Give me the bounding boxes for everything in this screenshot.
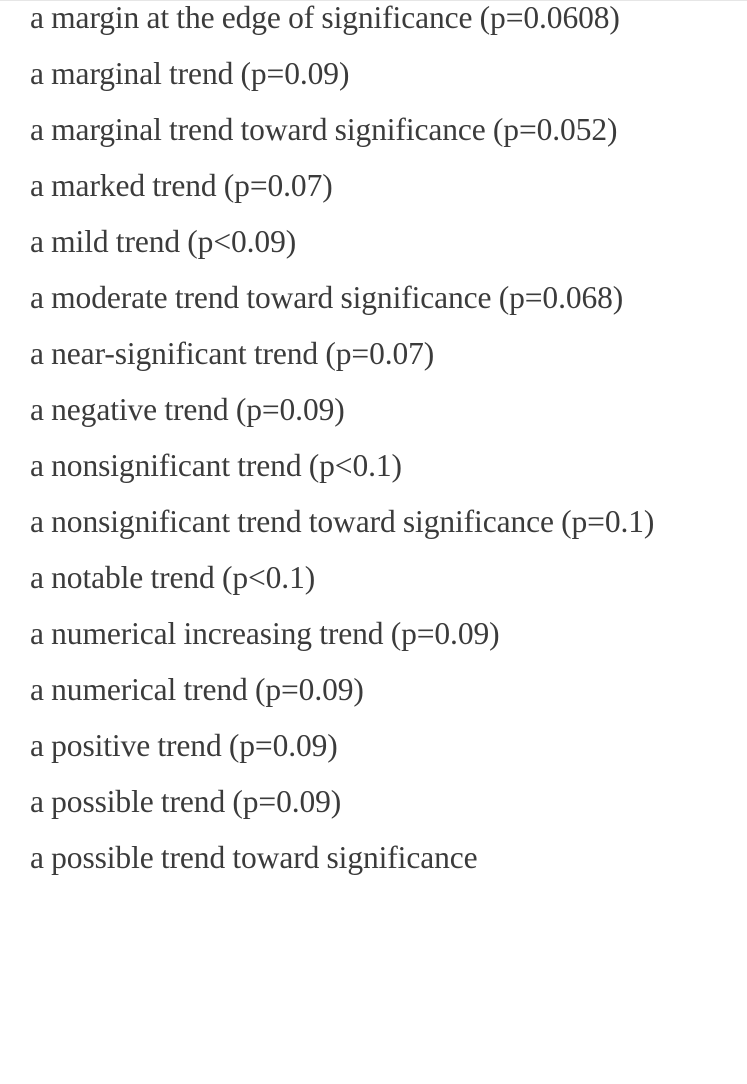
list-item: a possible trend toward significance [30,840,478,875]
list-item: a moderate trend toward significance (p=… [30,280,624,315]
list-item: a nonsignificant trend (p<0.1) [30,448,402,483]
phrase-list: a margin at the edge of significance (p=… [30,0,714,886]
list-item: a possible trend (p=0.09) [30,784,342,819]
list-item: a margin at the edge of significance (p=… [30,0,620,35]
list-item: a near-significant trend (p=0.07) [30,336,435,371]
list-item: a marked trend (p=0.07) [30,168,333,203]
list-item: a marginal trend (p=0.09) [30,56,350,91]
list-item: a mild trend (p<0.09) [30,224,297,259]
list-item: a numerical increasing trend (p=0.09) [30,616,500,651]
list-item: a numerical trend (p=0.09) [30,672,364,707]
list-item: a notable trend (p<0.1) [30,560,316,595]
list-item: a marginal trend toward significance (p=… [30,112,618,147]
list-item: a nonsignificant trend toward significan… [30,504,655,539]
list-item: a positive trend (p=0.09) [30,728,338,763]
list-item: a negative trend (p=0.09) [30,392,345,427]
